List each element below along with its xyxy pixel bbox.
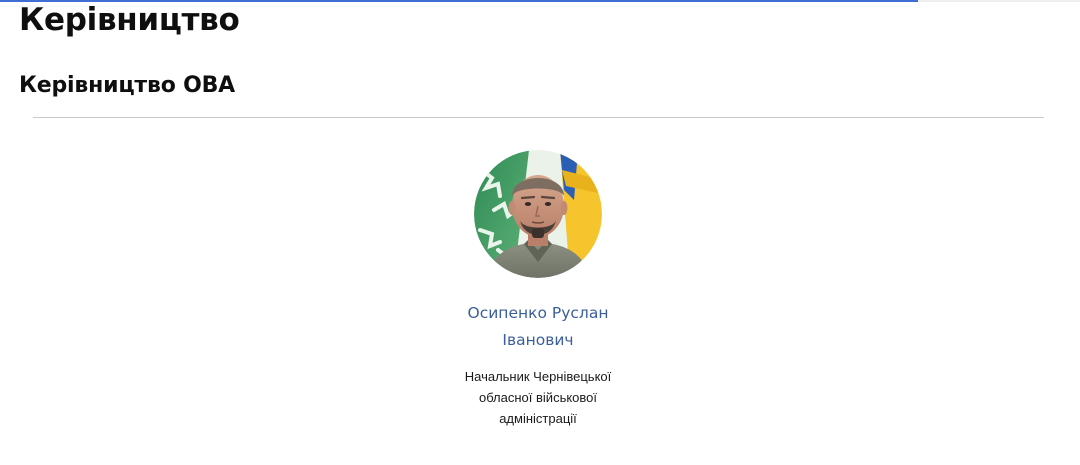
leader-name-link[interactable]: Осипенко Руслан Іванович: [458, 300, 618, 354]
leader-position: Начальник Чернівецької обласної військов…: [464, 369, 612, 426]
page-title: Керівництво: [19, 2, 240, 38]
leader-avatar[interactable]: [474, 150, 602, 278]
leader-portrait-photo: [474, 150, 602, 278]
section-title: Керівництво ОВА: [19, 73, 235, 98]
leader-card: Осипенко Руслан Іванович Начальник Черні…: [428, 150, 648, 429]
section-divider: [33, 117, 1044, 118]
